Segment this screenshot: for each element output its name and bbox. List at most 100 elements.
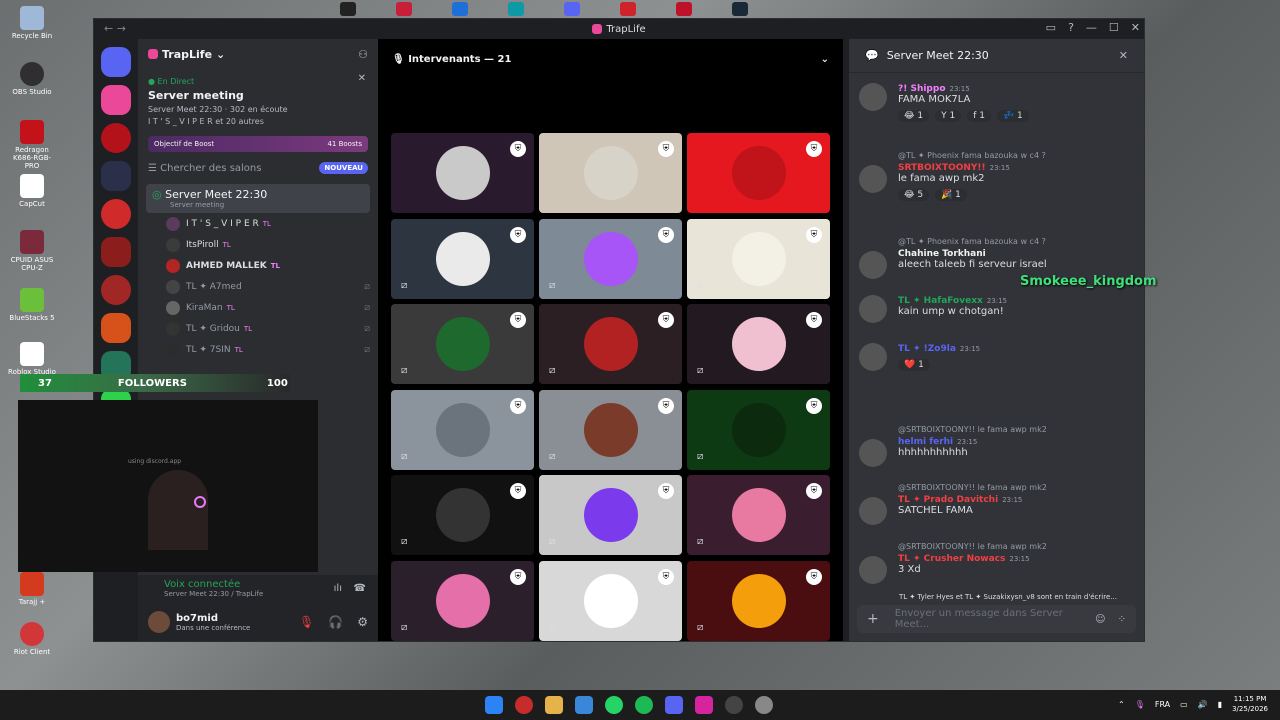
add-friend-icon[interactable]: ⚇ [358, 48, 368, 61]
chat-message[interactable]: @SRTBOIXTOONY!! le fama awp mk2 helmi fer… [859, 425, 1124, 467]
windows-start-icon[interactable] [485, 696, 503, 714]
server-icon[interactable] [101, 123, 131, 153]
stage-header[interactable]: 🎙 Intervenants — 21 ⌄ [378, 39, 843, 79]
voice-member[interactable]: TL ✦ 7SIN TL ⧄ [138, 339, 378, 360]
message-author[interactable]: helmi ferhi [898, 437, 953, 447]
speaker-tile[interactable]: ⛨ ⧄ [391, 475, 534, 555]
voice-member[interactable]: KiraMan TL ⧄ [138, 297, 378, 318]
speaker-tile[interactable]: ⛨ ⧄ [391, 218, 534, 299]
reply-preview[interactable]: @SRTBOIXTOONY!! le fama awp mk2 [898, 542, 1124, 551]
emoji-icon[interactable]: ☺ [1095, 614, 1105, 625]
speaker-tile[interactable]: ⛨ ⧄ [687, 389, 830, 470]
app-icon[interactable] [340, 2, 356, 16]
server-icon[interactable] [101, 85, 131, 115]
spotify-icon[interactable] [635, 696, 653, 714]
speaker-tile[interactable]: ⛨ ⧄ [391, 389, 534, 470]
avatar[interactable] [859, 83, 887, 111]
desktop-icon-tarajj[interactable]: Tarajj + [6, 572, 58, 606]
speaker-tile[interactable]: ⛨ ⧄ [539, 218, 682, 299]
battery-icon[interactable]: ▮ [1218, 700, 1222, 709]
message-author[interactable]: SRTBOIXTOONY!! [898, 163, 986, 173]
voice-member[interactable]: I T ' S _ V I P E R TL [138, 213, 378, 234]
back-forward-icon[interactable]: ← → [104, 22, 126, 35]
chat-message[interactable]: @SRTBOIXTOONY!! le fama awp mk2 TL ✦ Crus… [859, 542, 1124, 584]
chat-message[interactable]: @SRTBOIXTOONY!! le fama awp mk2 TL ✦ Prad… [859, 483, 1124, 525]
reply-preview[interactable]: @SRTBOIXTOONY!! le fama awp mk2 [898, 483, 1124, 492]
avatar[interactable] [859, 343, 887, 371]
app-icon[interactable] [452, 2, 468, 16]
help-icon[interactable]: ? [1068, 21, 1074, 34]
mic-muted-icon[interactable]: 🎙 [299, 615, 314, 629]
avatar[interactable] [859, 439, 887, 467]
close-icon[interactable]: ✕ [1119, 49, 1128, 62]
desktop-icon-recycle-bin[interactable]: Recycle Bin [6, 6, 58, 40]
app-icon[interactable] [676, 2, 692, 16]
desktop-icon-riot[interactable]: Riot Client [6, 622, 58, 656]
message-author[interactable]: ?! Shippo [898, 84, 946, 94]
language-label[interactable]: FRA [1155, 700, 1170, 709]
soundboard-icon[interactable]: ılı [334, 583, 342, 594]
speaker-tile[interactable]: ⛨ ⧄ [539, 304, 682, 384]
voice-channel-server-meet[interactable]: ◎ Server Meet 22:30 Server meeting [146, 184, 370, 213]
message-author[interactable]: Chahine Torkhani [898, 249, 986, 259]
server-icon[interactable] [101, 313, 131, 343]
reply-preview[interactable]: @TL ✦ Phoenix fama bazouka w c4 ? [898, 237, 1124, 246]
app-icon[interactable] [508, 2, 524, 16]
voice-member[interactable]: AHMED MALLEK TL [138, 255, 378, 276]
speaker-tile[interactable]: ⛨ ⧄ [687, 560, 830, 641]
speaker-tile[interactable]: ⛨ [539, 133, 682, 213]
avatar[interactable] [859, 165, 887, 193]
chevron-up-icon[interactable]: ⌃ [1118, 700, 1125, 709]
speaker-tile[interactable]: ⛨ ⧄ [539, 560, 682, 641]
apps-icon[interactable]: ⁘ [1118, 614, 1126, 625]
chat-message[interactable]: TL ✦ !Zo9la 23:15 ❤️ 1 [859, 343, 1124, 371]
reaction-pill[interactable]: f 1 [967, 110, 991, 122]
speaker-tile[interactable]: ⛨ ⧄ [687, 304, 830, 384]
voice-member[interactable]: TL ✦ Gridou TL ⧄ [138, 318, 378, 339]
server-icon[interactable] [101, 237, 131, 267]
desktop-icon-bluestacks[interactable]: BlueStacks 5 [6, 288, 58, 322]
app-icon[interactable] [396, 2, 412, 16]
message-author[interactable]: TL ✦ Crusher Nowacs [898, 554, 1005, 564]
speaker-tile[interactable]: ⛨ ⧄ [687, 475, 830, 555]
store-icon[interactable] [575, 696, 593, 714]
reaction-pill[interactable]: 😂 5 [898, 189, 930, 201]
inbox-icon[interactable]: ▭ [1046, 21, 1056, 34]
reaction-pill[interactable]: 💤 1 [996, 110, 1029, 122]
speaker-tile[interactable]: ⛨ ⧄ [687, 218, 830, 299]
instagram-icon[interactable] [695, 696, 713, 714]
desktop-icon-obs[interactable]: OBS Studio [6, 62, 58, 96]
close-icon[interactable]: ✕ [1131, 21, 1140, 34]
chat-message[interactable]: TL ✦ HafaFovexx 23:15 kain ump w chotgan! [859, 295, 1124, 323]
mic-icon[interactable]: 🎙 [1135, 700, 1145, 709]
desktop-icon-cpuz[interactable]: CPUID ASUS CPU-Z [6, 230, 58, 272]
avatar[interactable] [859, 251, 887, 279]
obs-icon[interactable] [725, 696, 743, 714]
plus-icon[interactable]: + [867, 611, 879, 627]
clock[interactable]: 11:15 PM 3/25/2026 [1232, 694, 1268, 714]
headphones-icon[interactable]: 🎧 [328, 615, 343, 629]
minimize-icon[interactable]: — [1086, 21, 1097, 34]
avatar[interactable] [859, 295, 887, 323]
speaker-tile[interactable]: ⛨ ⧄ [539, 475, 682, 555]
speaker-tile[interactable]: ⛨ [391, 133, 534, 213]
chat-message[interactable]: @TL ✦ Phoenix fama bazouka w c4 ? SRTBOIX… [859, 151, 1124, 201]
network-icon[interactable]: ▭ [1180, 700, 1188, 709]
desktop-icon-capcut[interactable]: CapCut [6, 174, 58, 208]
speaker-tile[interactable]: ⛨ ⧄ [539, 389, 682, 470]
speaker-tile[interactable]: ⛨ ⧄ [391, 304, 534, 384]
discord-home-icon[interactable] [101, 47, 131, 77]
message-author[interactable]: TL ✦ Prado Davitchi [898, 495, 998, 505]
avatar[interactable] [859, 556, 887, 584]
message-author[interactable]: TL ✦ !Zo9la [898, 344, 956, 354]
reaction-pill[interactable]: 😂 1 [898, 110, 930, 122]
discord-icon[interactable] [665, 696, 683, 714]
message-author[interactable]: TL ✦ HafaFovexx [898, 296, 983, 306]
reply-preview[interactable]: @TL ✦ Phoenix fama bazouka w c4 ? [898, 151, 1124, 160]
server-icon[interactable] [101, 161, 131, 191]
app-icon[interactable] [620, 2, 636, 16]
volume-icon[interactable]: 🔊 [1198, 700, 1208, 709]
speaker-tile[interactable]: ⛨ ⧄ [391, 560, 534, 641]
app-icon[interactable] [564, 2, 580, 16]
server-icon[interactable] [101, 199, 131, 229]
